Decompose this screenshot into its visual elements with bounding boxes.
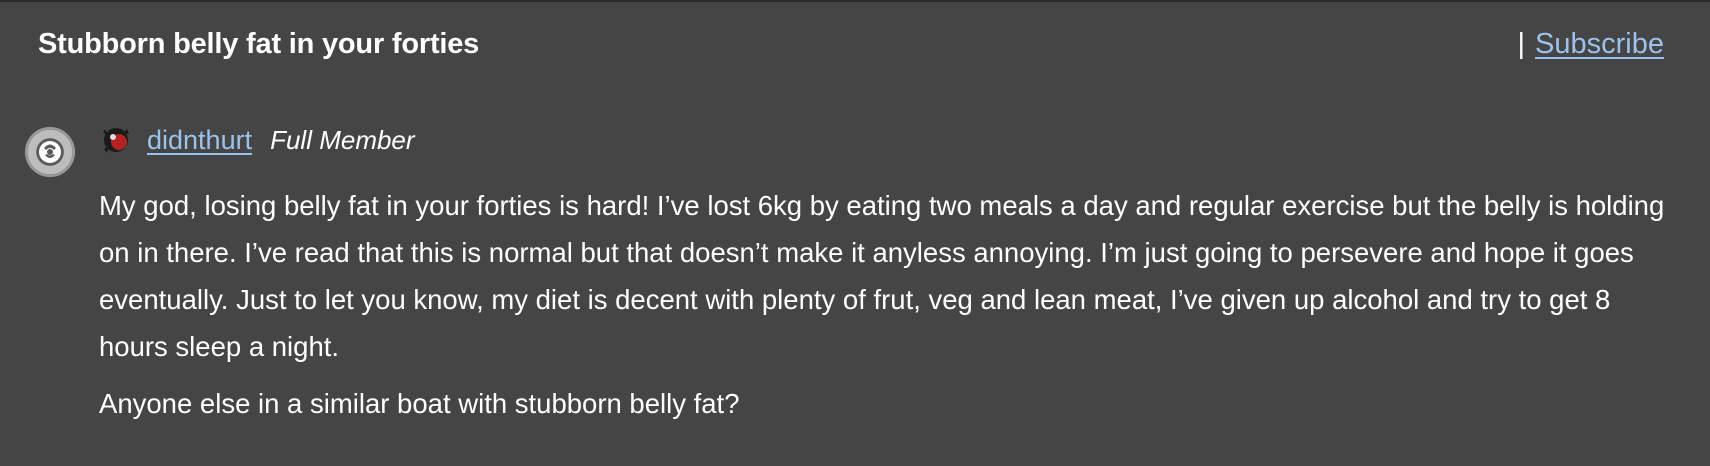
member-badge-icon [99, 123, 133, 157]
avatar-emblem-icon [39, 141, 61, 163]
post-meta: didnthurt Full Member [99, 120, 415, 160]
subscribe-area: | Subscribe [1517, 28, 1664, 61]
post-paragraph: Anyone else in a similar boat with stubb… [99, 388, 740, 419]
user-avatar-icon[interactable] [25, 127, 75, 177]
member-rank: Full Member [270, 124, 415, 155]
post-paragraph: My god, losing belly fat in your forties… [99, 190, 1665, 362]
topic-header: Stubborn belly fat in your forties | Sub… [38, 20, 1664, 68]
post-body: My god, losing belly fat in your forties… [99, 182, 1669, 427]
forum-topic-panel: Stubborn belly fat in your forties | Sub… [0, 0, 1710, 466]
topic-title: Stubborn belly fat in your forties [38, 27, 480, 60]
separator: | [1517, 27, 1526, 60]
subscribe-link[interactable]: Subscribe [1535, 28, 1664, 61]
username-link[interactable]: didnthurt [147, 125, 252, 156]
